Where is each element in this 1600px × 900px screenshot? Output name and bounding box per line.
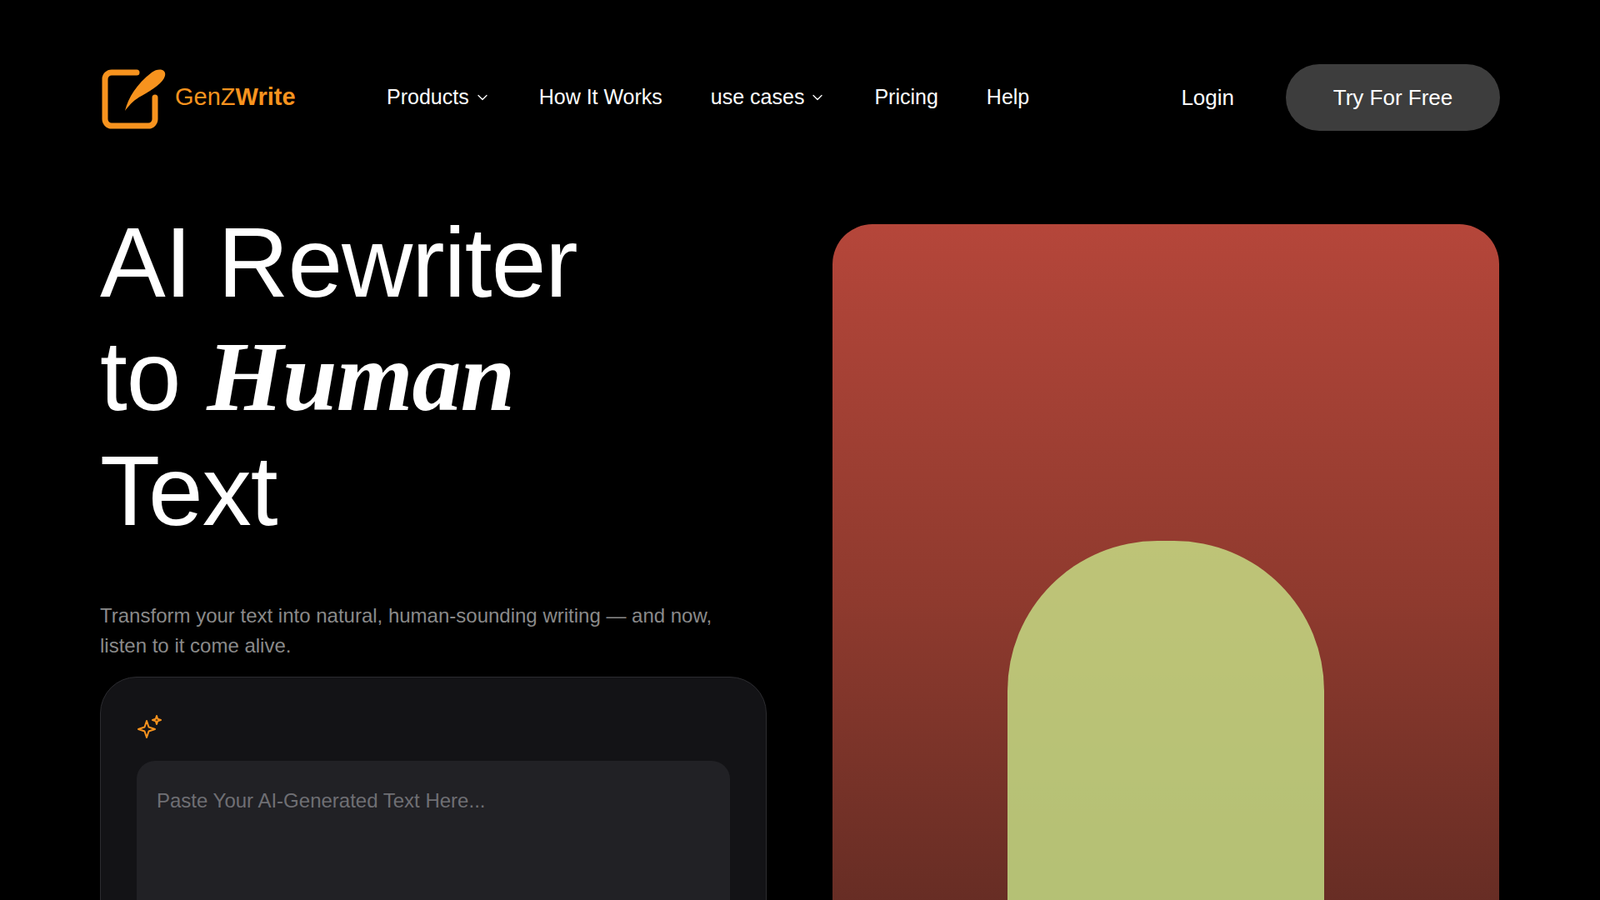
navbar: GenZWriteProductsHow It Worksuse casesPr…	[0, 64, 1600, 131]
page: GenZWriteProductsHow It Worksuse casesPr…	[0, 0, 1600, 900]
sparkle-icon	[136, 714, 164, 741]
try-free-button[interactable]: Try For Free	[1285, 64, 1500, 131]
logo-icon	[100, 64, 169, 131]
nav-link[interactable]: How It Works	[539, 81, 663, 114]
hero-heading: AI Rewriterto HumanText	[100, 205, 767, 548]
chevron-down-icon	[809, 89, 826, 106]
hero-subtitle: Transform your text into natural, human-…	[100, 600, 742, 661]
hero-photo	[832, 224, 1500, 900]
login-link[interactable]: Login	[1180, 81, 1235, 115]
brand-name: GenZWrite	[175, 79, 296, 116]
nav-link[interactable]: use cases	[710, 81, 827, 114]
nav-link[interactable]: Help	[986, 81, 1030, 114]
chevron-down-icon	[474, 89, 491, 106]
input-card: Paste Your AI-Generated Text Here...	[100, 676, 767, 900]
text-input[interactable]: Paste Your AI-Generated Text Here...	[136, 760, 730, 900]
hero-left: AI Rewriterto HumanText Transform your te…	[100, 205, 767, 900]
nav-link[interactable]: Products	[386, 81, 491, 114]
nav-links: Products How It Works use cases Pricing Help	[386, 81, 1030, 114]
hero: AI Rewriterto HumanText Transform your te…	[0, 205, 1600, 900]
logo[interactable]: GenZWrite	[100, 64, 387, 131]
nav-link[interactable]: Pricing	[874, 81, 938, 114]
